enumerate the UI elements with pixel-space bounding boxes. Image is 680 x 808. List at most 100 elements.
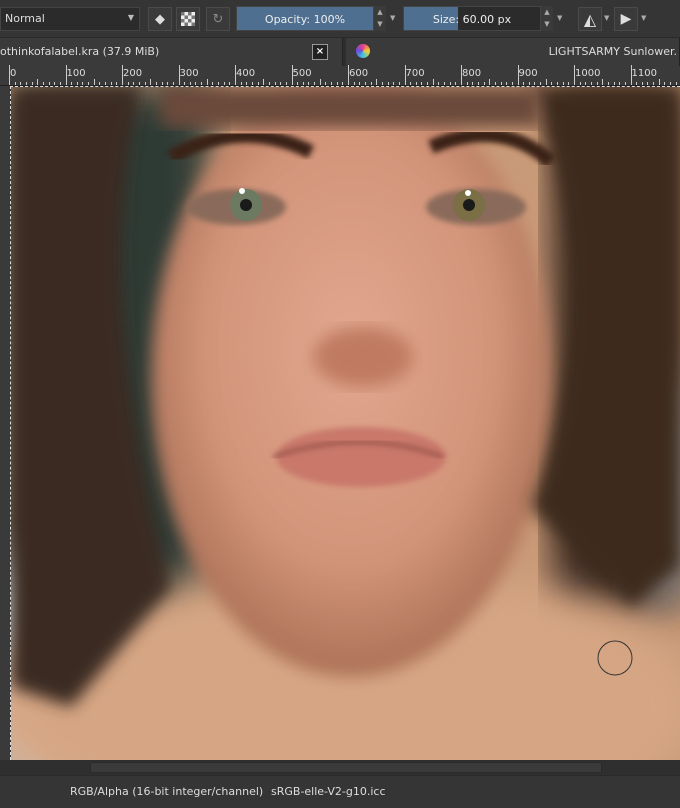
ruler-tick <box>579 82 581 85</box>
preserve-alpha-button[interactable] <box>176 7 200 31</box>
ruler-tick <box>48 82 50 85</box>
ruler-tick <box>82 82 84 85</box>
ruler-tick <box>432 79 434 85</box>
ruler-tick <box>325 82 327 85</box>
ruler-tick <box>534 82 536 85</box>
eraser-icon: ◆ <box>155 11 165 27</box>
ruler-tick <box>133 82 135 85</box>
status-bar: RGB/Alpha (16-bit integer/channel) sRGB-… <box>0 775 680 808</box>
ruler-tick <box>466 82 468 85</box>
ruler-tick <box>314 82 316 85</box>
ruler-tick <box>568 82 570 85</box>
ruler-tick <box>398 82 400 85</box>
mirror-horizontal-button[interactable]: ◭ <box>578 7 602 31</box>
opacity-spinner[interactable]: ▲ ▼ <box>374 6 386 31</box>
ruler-tick <box>348 65 349 85</box>
color-space-label: RGB/Alpha (16-bit integer/channel) <box>70 785 264 798</box>
ruler-tick <box>251 82 253 85</box>
ruler-tick <box>14 82 16 85</box>
ruler-tick <box>274 82 276 85</box>
ruler-tick <box>235 65 236 85</box>
ruler-tick <box>517 65 519 85</box>
ruler-tick <box>138 82 140 85</box>
portrait-painting <box>11 87 680 760</box>
reload-preset-button[interactable]: ↻ <box>206 7 230 31</box>
mirror-vertical-dropdown[interactable]: ▼ <box>641 14 646 22</box>
ruler-label: 0 <box>10 68 17 79</box>
ruler-tick <box>331 82 333 85</box>
ruler-tick <box>285 82 287 85</box>
ruler-label: 700 <box>405 68 425 79</box>
ruler-tick <box>427 82 429 85</box>
ruler-tick <box>585 82 587 85</box>
painting-canvas[interactable] <box>10 86 680 760</box>
size-spinner[interactable]: ▲ ▼ <box>541 6 553 31</box>
tool-options-bar: Normal ▼ ◆ ↻ Opacity: 100% ▲ ▼ ▼ Size: 60.… <box>0 0 680 38</box>
close-tab-button[interactable]: × <box>312 44 328 60</box>
opacity-dropdown[interactable]: ▼ <box>390 14 395 22</box>
ruler-tick <box>353 82 355 85</box>
ruler-tick <box>31 82 33 85</box>
ruler-tick <box>444 82 446 85</box>
horizontal-scrollbar[interactable] <box>0 760 680 775</box>
blend-mode-select[interactable]: Normal ▼ <box>0 7 140 31</box>
ruler-tick <box>489 79 491 85</box>
ruler-tick <box>76 82 78 85</box>
ruler-tick <box>42 82 44 85</box>
ruler-tick <box>155 82 157 85</box>
ruler-tick <box>596 82 598 85</box>
ruler-tick <box>664 82 666 85</box>
ruler-tick <box>630 65 632 85</box>
ruler-tick <box>376 79 378 85</box>
size-dropdown[interactable]: ▼ <box>557 14 562 22</box>
ruler-tick <box>551 82 553 85</box>
ruler-tick <box>280 82 282 85</box>
ruler-label: 900 <box>518 68 538 79</box>
ruler-tick <box>364 82 366 85</box>
ruler-tick <box>201 82 203 85</box>
ruler-label: 800 <box>462 68 482 79</box>
ruler-tick <box>647 82 649 85</box>
document-tab[interactable]: othinkofalabel.kra (37.9 MiB) × <box>0 38 343 66</box>
ruler-tick <box>653 82 655 85</box>
ruler-tick <box>297 82 299 85</box>
ruler-tick <box>206 79 208 85</box>
ruler-tick <box>37 79 39 85</box>
ruler-tick <box>494 82 496 85</box>
opacity-slider[interactable]: Opacity: 100% <box>236 6 374 31</box>
mirror-horizontal-dropdown[interactable]: ▼ <box>604 14 609 22</box>
ruler-tick <box>477 82 479 85</box>
ruler-tick <box>178 65 180 85</box>
ruler-tick <box>110 82 112 85</box>
ruler-tick <box>500 82 502 85</box>
ruler-label: 100 <box>66 68 86 79</box>
ruler-tick <box>150 79 152 85</box>
mirror-vertical-button[interactable]: ▶ <box>614 7 638 31</box>
ruler-tick <box>25 82 27 85</box>
size-slider[interactable]: Size: 60.00 px <box>403 6 541 31</box>
ruler-tick <box>506 82 508 85</box>
eraser-mode-button[interactable]: ◆ <box>148 7 172 31</box>
size-label: Size: 60.00 px <box>432 13 512 26</box>
brush-preset-icon[interactable] <box>356 44 370 58</box>
ruler-label: 500 <box>292 68 312 79</box>
brush-preset-name: LIGHTSARMY Sunlower. <box>548 45 677 58</box>
ruler-label: 300 <box>179 68 199 79</box>
scrollbar-thumb[interactable] <box>90 762 602 773</box>
ruler-tick <box>263 79 265 85</box>
ruler-tick <box>557 82 559 85</box>
ruler-tick <box>658 79 660 85</box>
ruler-tick <box>319 79 321 85</box>
ruler-tick <box>229 82 231 85</box>
ruler-tick <box>71 82 73 85</box>
ruler-tick <box>9 65 10 85</box>
ruler-tick <box>54 82 56 85</box>
blend-mode-value: Normal <box>5 12 45 25</box>
ruler-tick <box>122 65 123 85</box>
ruler-tick <box>387 82 389 85</box>
ruler-tick <box>127 82 129 85</box>
ruler-tick <box>381 82 383 85</box>
ruler-tick <box>291 65 293 85</box>
ruler-tick <box>116 82 118 85</box>
ruler-tick <box>415 82 417 85</box>
